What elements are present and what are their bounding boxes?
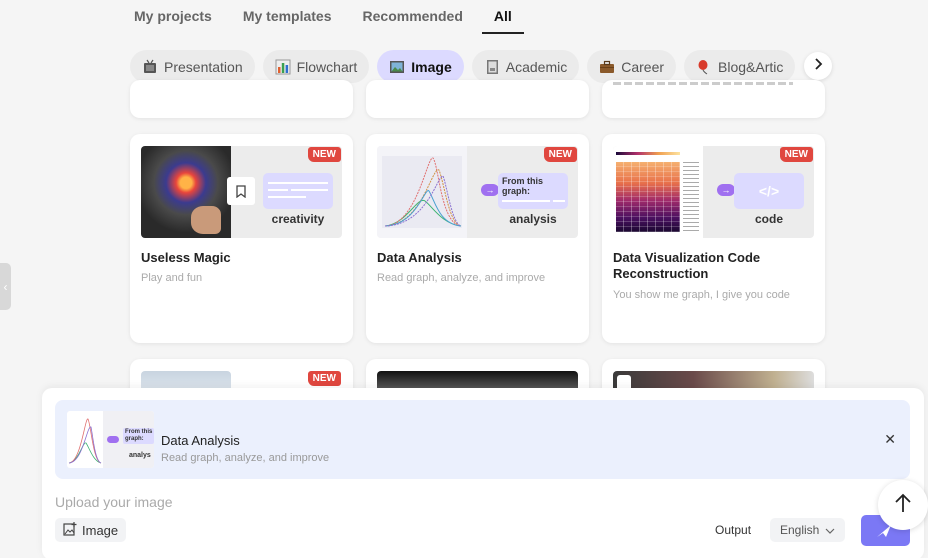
chip-label: Career xyxy=(621,58,665,75)
card-title: Data Analysis xyxy=(377,250,462,265)
close-icon: ✕ xyxy=(884,431,896,447)
selected-template-description: Read graph, analyze, and improve xyxy=(161,452,330,464)
new-badge: NEW xyxy=(779,147,813,162)
chevron-down-icon xyxy=(825,523,835,537)
sidebar-expand-handle[interactable]: ‹ xyxy=(0,263,11,310)
template-card-code-reconstruction[interactable]: → </> code NEW Data Visualization Code R… xyxy=(602,134,825,343)
app-root: My projects My templates Recommended All… xyxy=(0,0,928,558)
thumb-output-label: analys xyxy=(129,452,151,459)
selected-language: English xyxy=(780,523,820,537)
chips-next-button[interactable] xyxy=(804,52,832,80)
distribution-plot-image xyxy=(377,146,467,238)
remove-template-button[interactable]: ✕ xyxy=(884,431,896,448)
truncated-description xyxy=(613,82,793,85)
template-card-data-analysis[interactable]: → From this graph: analysis NEW Data Ana… xyxy=(366,134,589,343)
tv-icon xyxy=(142,59,158,75)
arrow-right-icon: → xyxy=(717,184,735,196)
arrow-right-icon: → xyxy=(481,184,499,196)
chip-label: Image xyxy=(411,58,452,75)
arrow-up-icon xyxy=(894,493,912,518)
card-title: Data Visualization Code Reconstruction xyxy=(613,250,761,281)
chip-flowchart[interactable]: Flowchart xyxy=(262,50,370,83)
selected-template-title: Data Analysis xyxy=(161,433,240,448)
output-label: creativity xyxy=(271,212,325,226)
output-label: code xyxy=(754,212,783,226)
card-thumbnail: → </> code NEW xyxy=(613,146,814,238)
template-card-useless-magic[interactable]: creativity NEW Useless Magic Play and fu… xyxy=(130,134,353,343)
add-image-icon xyxy=(63,521,77,539)
chip-blog-article[interactable]: Blog&Artic xyxy=(684,50,796,83)
new-badge: NEW xyxy=(307,147,341,162)
tab-my-projects[interactable]: My projects xyxy=(134,0,212,34)
balloon-icon xyxy=(696,59,712,75)
card-title: Useless Magic xyxy=(141,250,231,265)
card-previous-3[interactable] xyxy=(602,80,825,118)
bubble-text: From this graph: xyxy=(502,176,544,196)
briefcase-icon xyxy=(599,59,615,75)
chip-label: Blog&Artic xyxy=(718,58,784,75)
heatmap-image xyxy=(613,146,703,238)
output-label: analysis xyxy=(509,212,557,226)
card-previous-1[interactable] xyxy=(130,80,353,118)
card-description: Read graph, analyze, and improve xyxy=(377,272,546,284)
top-tabs: My projects My templates Recommended All xyxy=(134,0,555,34)
chip-label: Flowchart xyxy=(296,58,358,75)
chip-presentation[interactable]: Presentation xyxy=(130,50,255,83)
card-description: Play and fun xyxy=(141,272,203,284)
output-language-label: Output xyxy=(715,523,752,537)
chip-career[interactable]: Career xyxy=(587,50,677,83)
chevron-right-icon xyxy=(813,57,823,75)
composer-panel: From this graph: analys Data Analysis Re… xyxy=(42,388,924,558)
notebook-icon xyxy=(484,59,500,75)
tab-my-templates[interactable]: My templates xyxy=(243,0,332,34)
category-chips: Presentation Flowchart Image Academic Ca… xyxy=(130,50,830,84)
bar-chart-icon xyxy=(275,59,291,75)
selected-template-thumbnail: From this graph: analys xyxy=(67,411,154,468)
prompt-input[interactable]: Upload your image xyxy=(55,494,173,510)
magic-artwork-image xyxy=(141,146,231,238)
thumb-bubble-text: From this graph: xyxy=(125,429,153,442)
upload-image-label: Image xyxy=(82,522,119,538)
text-bubble xyxy=(263,173,333,209)
upload-image-button[interactable]: Image xyxy=(55,518,127,542)
new-badge: NEW xyxy=(543,147,577,162)
output-language-select[interactable]: English xyxy=(770,518,846,542)
chip-label: Academic xyxy=(505,58,568,75)
new-badge: NEW xyxy=(307,371,341,386)
card-description: You show me graph, I give you code xyxy=(613,289,790,301)
scroll-to-top-button[interactable] xyxy=(878,480,928,530)
chevron-left-icon: ‹ xyxy=(3,279,8,294)
tab-recommended[interactable]: Recommended xyxy=(363,0,463,34)
chip-academic[interactable]: Academic xyxy=(471,50,580,83)
selected-template: From this graph: analys Data Analysis Re… xyxy=(55,400,910,479)
picture-icon xyxy=(389,59,405,75)
tab-all[interactable]: All xyxy=(481,0,524,34)
chip-image[interactable]: Image xyxy=(377,50,464,83)
card-thumbnail: → From this graph: analysis NEW xyxy=(377,146,578,238)
bookmark-icon xyxy=(227,177,255,205)
chip-label: Presentation xyxy=(164,58,243,75)
code-bubble: </> xyxy=(734,173,804,209)
text-bubble: From this graph: xyxy=(498,173,568,209)
card-thumbnail: creativity NEW xyxy=(141,146,342,238)
card-previous-2[interactable] xyxy=(366,80,589,118)
